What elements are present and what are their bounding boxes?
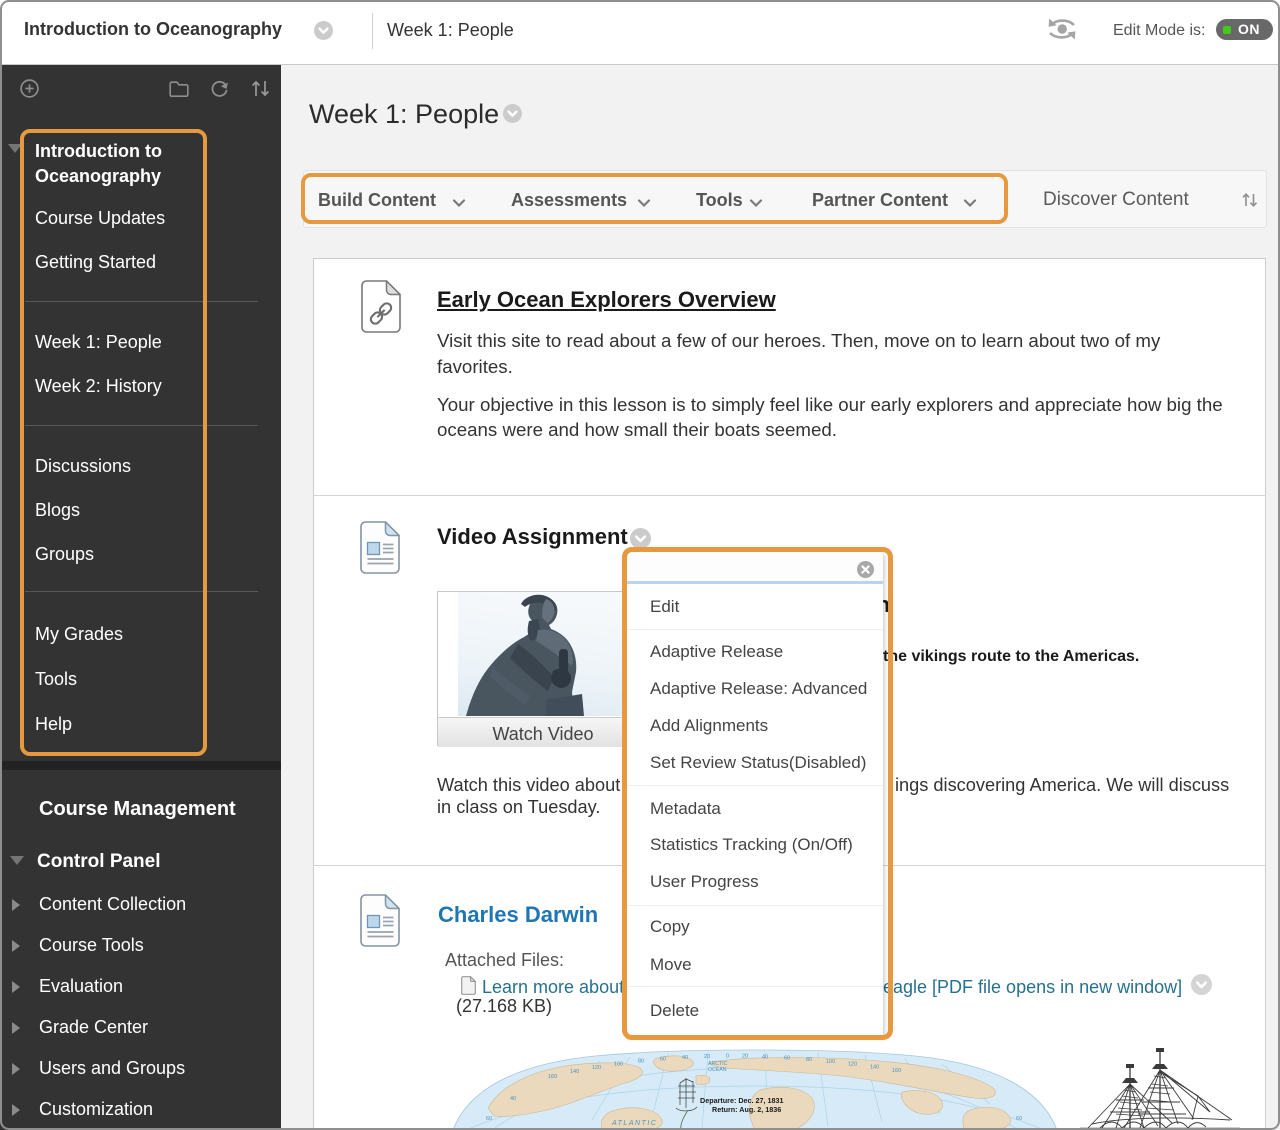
svg-text:140: 140: [870, 1065, 879, 1071]
svg-text:160: 160: [548, 1074, 557, 1080]
svg-text:Return: Aug. 2, 1836: Return: Aug. 2, 1836: [712, 1105, 781, 1114]
svg-text:60: 60: [486, 1116, 492, 1122]
svg-text:60: 60: [1016, 1116, 1022, 1122]
svg-text:100: 100: [826, 1059, 835, 1065]
svg-text:20: 20: [742, 1054, 748, 1060]
svg-text:120: 120: [848, 1062, 857, 1068]
svg-text:100: 100: [614, 1062, 623, 1068]
svg-text:40: 40: [762, 1055, 768, 1061]
svg-text:60: 60: [784, 1056, 790, 1062]
svg-text:80: 80: [638, 1059, 644, 1065]
svg-text:80: 80: [806, 1057, 812, 1063]
svg-text:40: 40: [682, 1055, 688, 1061]
svg-text:OCEAN: OCEAN: [708, 1067, 727, 1073]
svg-text:ATLANTIC: ATLANTIC: [611, 1120, 657, 1127]
svg-text:20: 20: [704, 1054, 710, 1060]
svg-text:160: 160: [892, 1068, 901, 1074]
svg-text:40: 40: [510, 1096, 516, 1102]
svg-text:60: 60: [660, 1057, 666, 1063]
svg-text:120: 120: [592, 1065, 601, 1071]
svg-text:0: 0: [726, 1054, 729, 1060]
svg-text:Departure: Dec. 27, 1831: Departure: Dec. 27, 1831: [700, 1096, 784, 1105]
svg-text:140: 140: [570, 1069, 579, 1075]
